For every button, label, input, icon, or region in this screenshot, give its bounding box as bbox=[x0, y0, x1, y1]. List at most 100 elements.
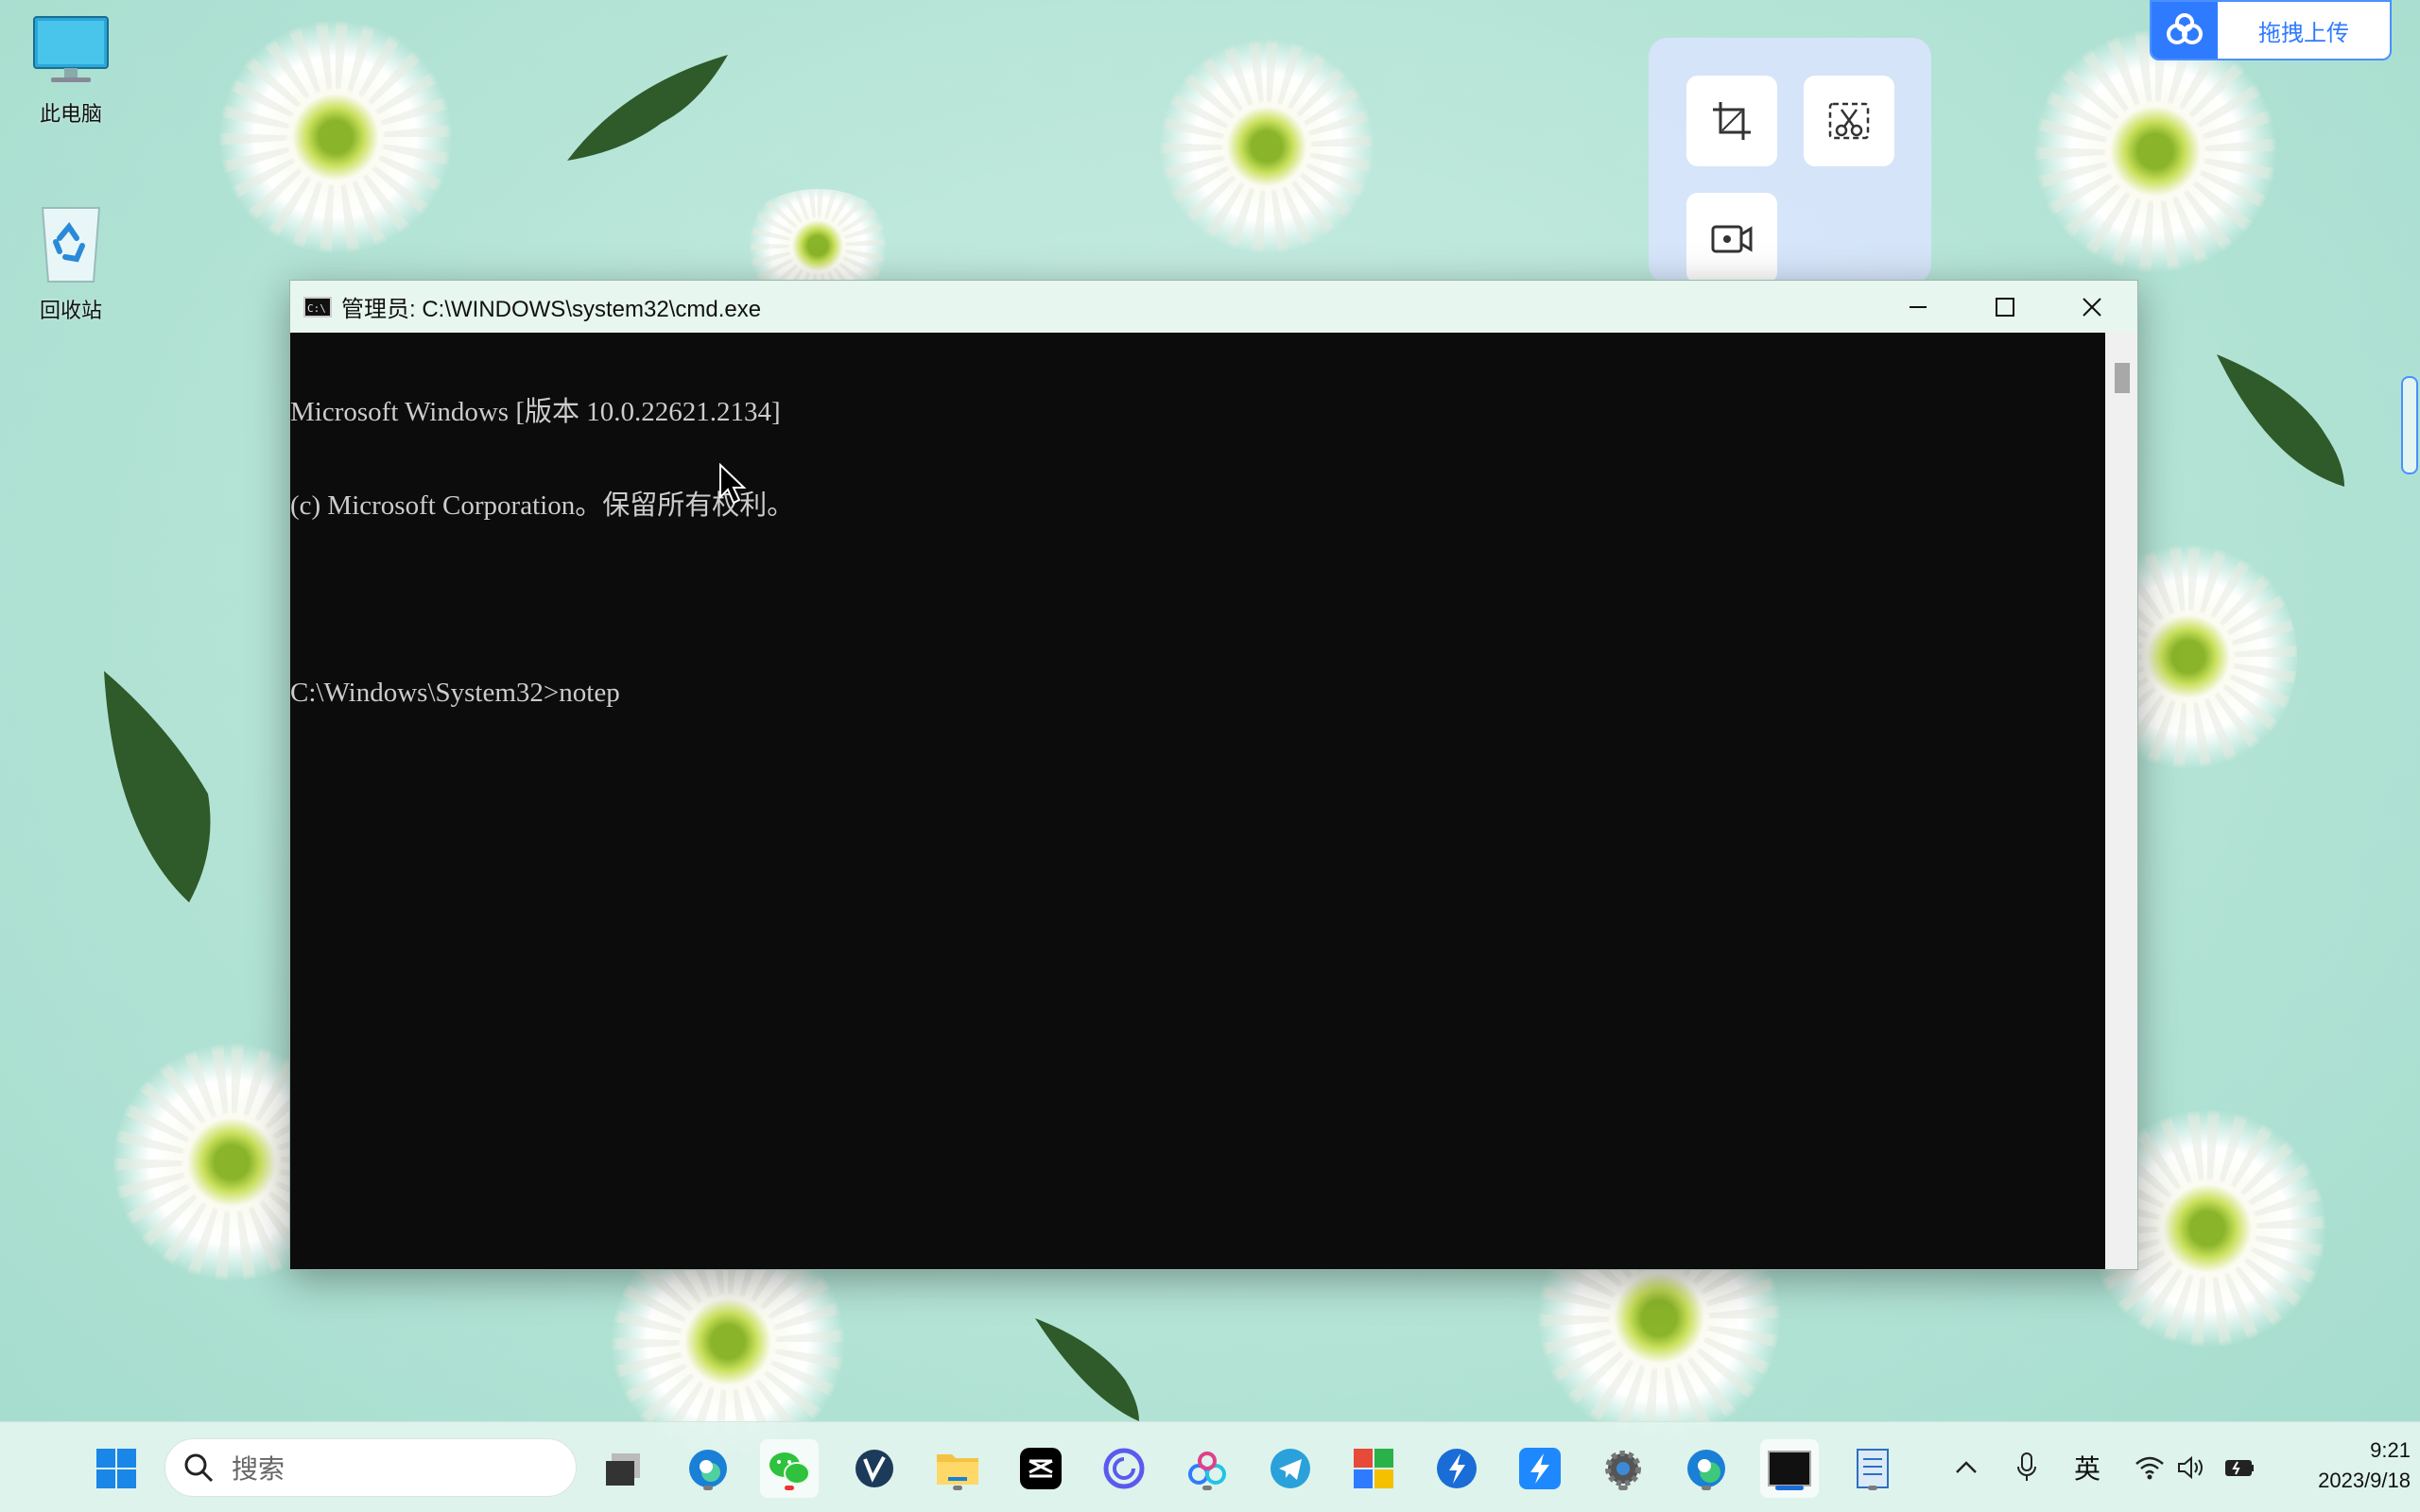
window-title: 管理员: C:\WINDOWS\system32\cmd.exe bbox=[341, 297, 762, 322]
clock-time: 9:21 bbox=[2370, 1438, 2411, 1462]
desktop-icon-recycle-bin[interactable]: 回收站 bbox=[19, 198, 123, 324]
taskbar-task-view[interactable] bbox=[594, 1439, 652, 1498]
scrollbar-thumb[interactable] bbox=[2115, 363, 2130, 393]
flower-decoration bbox=[2032, 28, 2278, 274]
telegram-icon bbox=[1270, 1449, 1310, 1488]
video-camera-icon bbox=[1711, 225, 1753, 253]
vscode-like-icon bbox=[856, 1450, 893, 1487]
screen-record-button[interactable] bbox=[1686, 193, 1777, 284]
crop-button[interactable] bbox=[1686, 76, 1777, 166]
recycle-bin-icon bbox=[41, 207, 101, 283]
leaf-decoration bbox=[567, 55, 728, 161]
notepad-icon bbox=[1857, 1449, 1889, 1488]
scissors-capture-button[interactable] bbox=[1804, 76, 1894, 166]
taskbar-terminal[interactable] bbox=[1760, 1439, 1819, 1498]
search-placeholder: 搜索 bbox=[232, 1454, 285, 1484]
speaker-icon bbox=[2178, 1455, 2203, 1480]
cmd-titlebar[interactable]: C:\ 管理员: C:\WINDOWS\system32\cmd.exe bbox=[290, 281, 2137, 333]
desktop-icon-this-pc[interactable]: 此电脑 bbox=[19, 13, 123, 128]
ime-indicator[interactable]: 英 bbox=[2068, 1422, 2106, 1512]
taskbar-capcut[interactable] bbox=[1011, 1439, 1070, 1498]
active-indicator bbox=[1775, 1486, 1804, 1490]
terminal-icon bbox=[1768, 1451, 1811, 1486]
capcut-icon bbox=[1020, 1448, 1062, 1489]
windows-start-icon bbox=[96, 1449, 136, 1488]
close-button[interactable] bbox=[2048, 281, 2135, 333]
cmd-window: C:\ 管理员: C:\WINDOWS\system32\cmd.exe Mic… bbox=[289, 280, 2138, 1270]
taskbar-file-explorer[interactable] bbox=[928, 1439, 987, 1498]
volume-button[interactable] bbox=[2172, 1422, 2210, 1512]
taskbar-edge[interactable] bbox=[1677, 1439, 1736, 1498]
show-hidden-icons-button[interactable] bbox=[1947, 1422, 1985, 1512]
edge-handle[interactable] bbox=[2401, 376, 2418, 474]
settings-icon bbox=[1605, 1451, 1641, 1486]
drag-upload-label: 拖拽上传 bbox=[2258, 20, 2349, 46]
mouse-pointer-icon bbox=[719, 463, 747, 505]
drag-upload-widget[interactable]: 拖拽上传 bbox=[2150, 0, 2392, 60]
edge-icon bbox=[1687, 1450, 1725, 1487]
console-output[interactable]: Microsoft Windows [版本 10.0.22621.2134] (… bbox=[290, 333, 2105, 1269]
leaf-decoration bbox=[104, 671, 211, 902]
taskbar: 搜索 英 9:21 2023/9/18 bbox=[0, 1421, 2420, 1512]
desktop-icon-label: 回收站 bbox=[39, 299, 102, 322]
network-button[interactable] bbox=[2131, 1422, 2169, 1512]
task-view-icon bbox=[606, 1453, 640, 1486]
battery-button[interactable] bbox=[2221, 1422, 2259, 1512]
taskbar-baidu-netdisk[interactable] bbox=[1178, 1439, 1236, 1498]
microphone-button[interactable] bbox=[2008, 1422, 2046, 1512]
office-icon bbox=[1354, 1449, 1393, 1488]
running-indicator bbox=[953, 1486, 962, 1490]
leaf-decoration bbox=[1035, 1318, 1139, 1421]
console-prompt-line: C:\Windows\System32>notep bbox=[290, 678, 620, 708]
feishu-icon bbox=[1519, 1448, 1561, 1489]
maximize-icon bbox=[1996, 297, 2014, 317]
flower-decoration bbox=[217, 19, 454, 255]
taskbar-settings[interactable] bbox=[1594, 1439, 1652, 1498]
refresh-app-icon bbox=[1103, 1448, 1145, 1489]
edge-beta-icon bbox=[689, 1450, 727, 1487]
baidu-netdisk-logo-icon bbox=[2152, 2, 2218, 59]
taskbar-refresh-app[interactable] bbox=[1095, 1439, 1153, 1498]
crop-icon bbox=[1713, 102, 1751, 140]
minimize-icon bbox=[1910, 305, 1927, 308]
wifi-icon bbox=[2135, 1456, 2164, 1480]
taskbar-wechat[interactable] bbox=[760, 1439, 819, 1498]
file-explorer-icon bbox=[937, 1454, 978, 1485]
flower-decoration bbox=[1158, 38, 1375, 255]
console-line: Microsoft Windows [版本 10.0.22621.2134] bbox=[290, 397, 781, 427]
running-indicator bbox=[785, 1486, 794, 1490]
clock-date: 2023/9/18 bbox=[2318, 1469, 2411, 1492]
running-indicator bbox=[1618, 1486, 1628, 1490]
search-icon bbox=[184, 1453, 214, 1483]
minimize-button[interactable] bbox=[1875, 281, 1962, 333]
chevron-up-icon bbox=[1956, 1461, 1977, 1473]
wechat-icon bbox=[769, 1452, 810, 1485]
scissors-icon bbox=[1828, 102, 1870, 140]
thunder-icon bbox=[1437, 1449, 1477, 1488]
vertical-scrollbar[interactable] bbox=[2105, 333, 2137, 1269]
taskbar-clock[interactable]: 9:21 2023/9/18 bbox=[2269, 1435, 2411, 1496]
taskbar-app-v[interactable] bbox=[845, 1439, 904, 1498]
baidu-netdisk-icon bbox=[1188, 1452, 1226, 1485]
running-indicator bbox=[1868, 1486, 1877, 1490]
screenshot-toolbar bbox=[1649, 38, 1931, 284]
taskbar-telegram[interactable] bbox=[1261, 1439, 1320, 1498]
taskbar-notepad[interactable] bbox=[1843, 1439, 1902, 1498]
taskbar-thunder[interactable] bbox=[1427, 1439, 1486, 1498]
battery-charging-icon bbox=[2225, 1460, 2254, 1476]
running-indicator bbox=[703, 1486, 713, 1490]
cmd-app-icon: C:\ bbox=[303, 296, 332, 318]
leaf-decoration bbox=[2217, 354, 2344, 487]
start-button[interactable] bbox=[87, 1439, 146, 1498]
monitor-icon bbox=[33, 16, 109, 82]
running-indicator bbox=[1702, 1486, 1711, 1490]
taskbar-office[interactable] bbox=[1344, 1439, 1403, 1498]
maximize-button[interactable] bbox=[1962, 281, 2048, 333]
taskbar-feishu[interactable] bbox=[1511, 1439, 1569, 1498]
desktop-icon-label: 此电脑 bbox=[39, 102, 102, 126]
close-icon bbox=[2083, 297, 2101, 317]
taskbar-search-box[interactable]: 搜索 bbox=[164, 1438, 577, 1497]
console-line: (c) Microsoft Corporation。保留所有权利。 bbox=[290, 490, 795, 521]
taskbar-edge-beta[interactable] bbox=[679, 1439, 737, 1498]
